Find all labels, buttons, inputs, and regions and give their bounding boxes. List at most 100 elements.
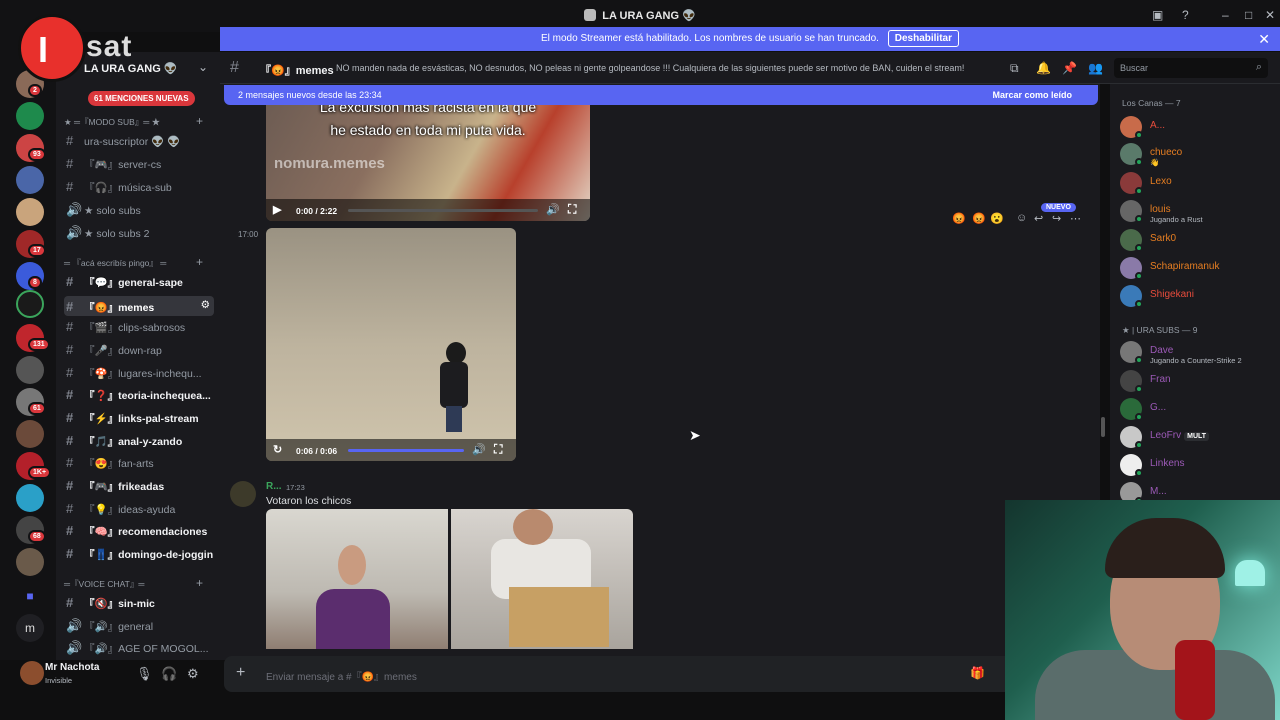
channel-domingo-de-joggin[interactable]: # 『👖』domingo-de-joggin (64, 546, 214, 566)
channel-down-rap[interactable]: # 『🎤』down-rap (64, 342, 214, 362)
maximize-icon[interactable]: □ (1245, 8, 1252, 22)
guild-icon[interactable] (16, 420, 44, 448)
replay-icon[interactable]: ↻ (273, 443, 282, 456)
guild-icon[interactable] (16, 102, 44, 130)
member-item[interactable]: chueco 👋 (1120, 143, 1280, 167)
pin-icon[interactable]: 📌 (1062, 61, 1077, 75)
fullscreen-icon[interactable]: ⛶ (494, 442, 502, 457)
add-reaction-icon[interactable]: ☺ (1016, 212, 1027, 224)
guild-letter-icon[interactable]: m (16, 614, 44, 642)
settings-gear-icon[interactable]: ⚙ (201, 299, 210, 311)
member-item[interactable]: Schapiramanuk (1120, 257, 1280, 281)
inbox-icon[interactable]: ▣ (1152, 8, 1163, 22)
category-aca-escribis[interactable]: ═ 『acá escribís pingo』 ═ + (64, 255, 203, 269)
guild-icon[interactable] (16, 198, 44, 226)
more-icon[interactable]: ⋯ (1070, 212, 1081, 225)
member-item[interactable]: Sark0 (1120, 229, 1280, 253)
gift-icon[interactable]: 🎁 (970, 666, 985, 680)
bell-icon[interactable]: 🔔 (1036, 61, 1051, 75)
video-attachment[interactable]: La excursión más racista en la que he es… (266, 105, 590, 221)
member-item[interactable]: Dave Jugando a Counter-Strike 2 (1120, 341, 1280, 365)
settings-gear-icon[interactable]: ⚙ (187, 666, 199, 682)
channel-general-sape[interactable]: # 『💬』general-sape (64, 274, 214, 294)
member-item[interactable]: Linkens (1120, 454, 1280, 478)
category-voice-chat[interactable]: ═『VOICE CHAT』═ + (64, 576, 203, 590)
mark-as-read-button[interactable]: Marcar como leído (992, 90, 1072, 100)
member-item[interactable]: LeoFrv MULT (1120, 426, 1280, 450)
channel-sin-mic[interactable]: # 『🔇』sin-mic (64, 595, 214, 615)
volume-icon[interactable]: 🔊 (472, 443, 486, 456)
add-attachment-icon[interactable]: + (236, 664, 245, 682)
close-banner-icon[interactable]: ✕ (1258, 31, 1270, 48)
folder-icon[interactable]: ■ (16, 582, 44, 610)
channel-recomendaciones[interactable]: # 『🧠』recomendaciones (64, 523, 214, 543)
forward-icon[interactable]: ↪ (1052, 212, 1061, 225)
fullscreen-icon[interactable]: ⛶ (568, 202, 576, 217)
member-item[interactable]: Fran (1120, 370, 1280, 394)
minimize-icon[interactable]: – (1222, 8, 1229, 22)
channel-ideas-ayuda[interactable]: # 『💡』ideas-ayuda (64, 501, 214, 521)
disable-streamer-button[interactable]: Deshabilitar (887, 30, 959, 47)
member-item[interactable]: A... (1120, 116, 1280, 140)
member-item[interactable]: louis Jugando a Rust (1120, 200, 1280, 224)
image-attachment[interactable] (266, 509, 448, 649)
guild-icon[interactable] (16, 290, 44, 318)
channel-solo-subs[interactable]: 🔊 ★ solo subs (64, 202, 214, 222)
avatar[interactable] (20, 661, 44, 685)
video-progress[interactable] (348, 449, 464, 452)
reaction-emoji-icon[interactable]: 😮 (990, 212, 1004, 225)
username[interactable]: Mr Nachota (45, 662, 99, 673)
guild-icon[interactable] (16, 484, 44, 512)
new-messages-bar[interactable]: 2 mensajes nuevos desde las 23:34 Marcar… (224, 85, 1098, 105)
online-status-icon (1135, 441, 1143, 449)
voice-channel-general[interactable]: 🔊 『🔊』general (64, 618, 214, 638)
channel-lugares[interactable]: # 『🍄』lugares-inchequ... (64, 365, 214, 385)
reaction-emoji-icon[interactable]: 😡 (972, 212, 986, 225)
microphone-icon[interactable]: 🎙 (136, 666, 153, 682)
message-composer[interactable]: + Enviar mensaje a #『😡』memes 🎁 (224, 656, 1014, 692)
microphone-icon (1175, 640, 1215, 720)
image-attachment[interactable] (451, 509, 633, 649)
new-mentions-pill[interactable]: 61 MENCIONES NUEVAS (88, 91, 195, 106)
headphones-icon[interactable]: 🎧 (161, 666, 177, 682)
threads-icon[interactable]: ⧉ (1010, 61, 1019, 76)
avatar[interactable] (230, 481, 256, 507)
guild-icon[interactable] (16, 548, 44, 576)
members-icon[interactable]: 👥 (1088, 61, 1103, 75)
message-author[interactable]: R... (266, 481, 282, 492)
add-channel-icon[interactable]: + (196, 114, 203, 128)
category-modo-sub[interactable]: ★ ═『MODO SUB』═ ★ + (64, 114, 203, 128)
message-input[interactable]: Enviar mensaje a #『😡』memes (266, 668, 417, 683)
chevron-down-icon[interactable]: ⌄ (198, 60, 208, 74)
reaction-emoji-icon[interactable]: 😡 (952, 212, 966, 225)
member-item[interactable]: Lexo (1120, 172, 1280, 196)
video-attachment[interactable]: ↻ 0:06 / 0:06 🔊 ⛶ (266, 228, 516, 461)
member-item[interactable]: G... (1120, 398, 1280, 422)
chat-scrollbar[interactable] (1101, 417, 1105, 437)
channel-solo-subs-2[interactable]: 🔊 ★ solo subs 2 (64, 225, 214, 245)
channel-musica-sub[interactable]: # 『🎧』música-sub (64, 179, 214, 199)
guild-icon[interactable] (16, 166, 44, 194)
play-icon[interactable]: ▶ (273, 203, 281, 216)
search-input[interactable]: Buscar ⌕ (1114, 58, 1268, 78)
reply-icon[interactable]: ↩ (1034, 212, 1043, 225)
member-name: louis (1150, 204, 1171, 215)
add-channel-icon[interactable]: + (196, 255, 203, 269)
channel-frikeadas[interactable]: # 『🎮』frikeadas (64, 478, 214, 498)
channel-links-pal-stream[interactable]: # 『⚡』links-pal-stream (64, 410, 214, 430)
channel-server-cs[interactable]: # 『🎮』server-cs (64, 156, 214, 176)
volume-icon[interactable]: 🔊 (546, 203, 560, 216)
help-icon[interactable]: ? (1182, 8, 1189, 22)
channel-fan-arts[interactable]: # 『😍』fan-arts (64, 455, 214, 475)
channel-memes[interactable]: # 『😡』memes ⚙ (64, 296, 214, 316)
close-window-icon[interactable]: ✕ (1265, 8, 1275, 22)
add-channel-icon[interactable]: + (196, 576, 203, 590)
channel-anal-y-zando[interactable]: # 『🎵』anal-y-zando (64, 433, 214, 453)
channel-ura-suscriptor[interactable]: # ura-suscriptor 👽 👽 (64, 133, 214, 153)
video-progress[interactable] (348, 209, 538, 212)
member-item[interactable]: Shigekani (1120, 285, 1280, 309)
channel-topic[interactable]: NO manden nada de esvásticas, NO desnudo… (336, 63, 964, 73)
guild-icon[interactable] (16, 356, 44, 384)
channel-teoria[interactable]: # 『❓』teoria-inchequea... (64, 387, 214, 407)
channel-clips-sabrosos[interactable]: # 『🎬』clips-sabrosos (64, 319, 214, 339)
